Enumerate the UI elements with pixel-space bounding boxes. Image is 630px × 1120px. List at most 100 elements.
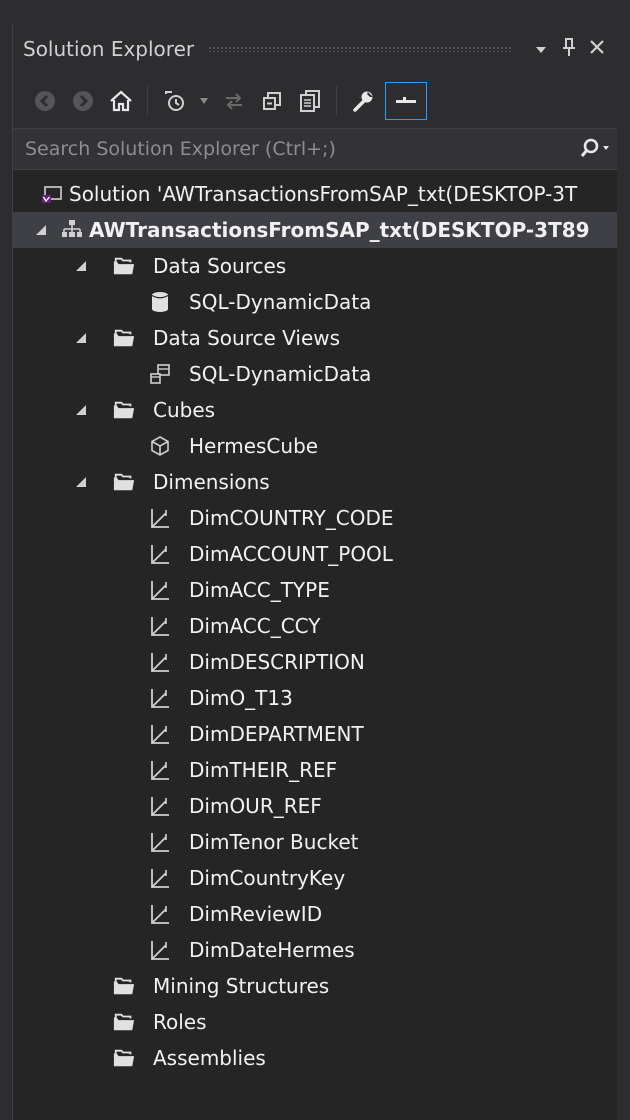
sync-with-active-document-button[interactable] bbox=[218, 85, 250, 117]
tree-item-label: SQL-DynamicData bbox=[189, 290, 372, 314]
folder-icon bbox=[113, 255, 135, 277]
tree-item-cube[interactable]: HermesCube bbox=[13, 428, 617, 464]
tree-folder-data-source-views[interactable]: Data Source Views bbox=[13, 320, 617, 356]
tree-item-label: Solution 'AWTransactionsFromSAP_txt(DESK… bbox=[69, 182, 578, 206]
show-all-files-icon bbox=[300, 90, 320, 112]
folder-icon bbox=[113, 1047, 135, 1069]
properties-button[interactable] bbox=[347, 85, 379, 117]
expanded-arrow-icon[interactable] bbox=[73, 258, 89, 274]
close-button[interactable] bbox=[583, 39, 611, 60]
tree-item-label: DimO_T13 bbox=[189, 686, 293, 710]
solution-icon bbox=[41, 183, 63, 205]
preview-selected-icon bbox=[396, 97, 416, 103]
tree-folder-data-sources[interactable]: Data Sources bbox=[13, 248, 617, 284]
dimension-icon bbox=[149, 651, 171, 673]
tree-item-label: Roles bbox=[153, 1010, 207, 1034]
tree-item-dimension[interactable]: DimTHEIR_REF bbox=[13, 752, 617, 788]
folder-icon bbox=[113, 327, 135, 349]
tree-item-dimension[interactable]: DimDEPARTMENT bbox=[13, 716, 617, 752]
tree-item-dimension[interactable]: DimACC_CCY bbox=[13, 608, 617, 644]
tree-item-label: DimACC_CCY bbox=[189, 614, 321, 638]
tree-folder-dimensions[interactable]: Dimensions bbox=[13, 464, 617, 500]
dimension-icon bbox=[149, 507, 171, 529]
home-icon bbox=[110, 90, 132, 112]
pending-changes-dropdown-button[interactable] bbox=[196, 85, 212, 117]
pin-button[interactable] bbox=[555, 37, 583, 62]
tree-item-dimension[interactable]: DimO_T13 bbox=[13, 680, 617, 716]
expanded-arrow-icon[interactable] bbox=[73, 402, 89, 418]
pending-changes-filter-button[interactable] bbox=[158, 85, 190, 117]
expanded-arrow-icon[interactable] bbox=[73, 330, 89, 346]
solution-explorer-panel: Solution Explorer Search Solution Explor… bbox=[12, 24, 617, 1120]
dimension-icon bbox=[149, 579, 171, 601]
tree-item-dimension[interactable]: DimReviewID bbox=[13, 896, 617, 932]
tree-item-label: Mining Structures bbox=[153, 974, 330, 998]
toolbar-separator bbox=[147, 86, 148, 116]
tree-item-dimension[interactable]: DimDateHermes bbox=[13, 932, 617, 968]
panel-title: Solution Explorer bbox=[23, 37, 195, 61]
chevron-down-icon bbox=[200, 98, 208, 104]
tree-item-dimension[interactable]: DimTenor Bucket bbox=[13, 824, 617, 860]
tree-item-dimension[interactable]: DimDESCRIPTION bbox=[13, 644, 617, 680]
folder-icon bbox=[113, 975, 135, 997]
window-position-dropdown-button[interactable] bbox=[527, 39, 555, 60]
pin-icon bbox=[563, 37, 575, 56]
preview-selected-items-button[interactable] bbox=[385, 82, 427, 120]
folder-icon bbox=[113, 1011, 135, 1033]
tree-item-label: DimACC_TYPE bbox=[189, 578, 330, 602]
tree-folder-cubes[interactable]: Cubes bbox=[13, 392, 617, 428]
sync-icon bbox=[226, 93, 242, 110]
tree-item-label: Dimensions bbox=[153, 470, 270, 494]
tree-item-label: DimReviewID bbox=[189, 902, 323, 926]
solution-tree: Solution 'AWTransactionsFromSAP_txt(DESK… bbox=[13, 170, 617, 1076]
pending-changes-icon bbox=[165, 91, 184, 111]
tree-item-label: DimOUR_REF bbox=[189, 794, 322, 818]
search-options-button[interactable] bbox=[571, 137, 617, 161]
tree-item-data-source[interactable]: SQL-DynamicData bbox=[13, 284, 617, 320]
tree-item-dimension[interactable]: DimOUR_REF bbox=[13, 788, 617, 824]
home-button[interactable] bbox=[105, 85, 137, 117]
tree-item-dimension[interactable]: DimACC_TYPE bbox=[13, 572, 617, 608]
tree-item-project[interactable]: AWTransactionsFromSAP_txt(DESKTOP-3T89 bbox=[13, 212, 617, 248]
dimension-icon bbox=[149, 867, 171, 889]
dimension-icon bbox=[149, 939, 171, 961]
tree-item-label: HermesCube bbox=[189, 434, 319, 458]
tree-folder-roles[interactable]: Roles bbox=[13, 1004, 617, 1040]
dimension-icon bbox=[149, 759, 171, 781]
dimension-list: DimCOUNTRY_CODE DimACCOUNT_POOL DimACC_TYP… bbox=[13, 500, 617, 968]
tree-item-label: Cubes bbox=[153, 398, 216, 422]
tree-folder-assemblies[interactable]: Assemblies bbox=[13, 1040, 617, 1076]
tree-item-label: DimDESCRIPTION bbox=[189, 650, 365, 674]
tree-folder-mining-structures[interactable]: Mining Structures bbox=[13, 968, 617, 1004]
solution-explorer-toolbar bbox=[13, 74, 617, 128]
tree-item-solution[interactable]: Solution 'AWTransactionsFromSAP_txt(DESK… bbox=[13, 176, 617, 212]
data-source-view-icon bbox=[149, 363, 171, 385]
dimension-icon bbox=[149, 615, 171, 637]
expanded-arrow-icon[interactable] bbox=[33, 222, 49, 238]
collapse-all-button[interactable] bbox=[256, 85, 288, 117]
tree-item-dimension[interactable]: DimCOUNTRY_CODE bbox=[13, 500, 617, 536]
collapse-all-icon bbox=[263, 92, 281, 110]
tree-item-data-source-view[interactable]: SQL-DynamicData bbox=[13, 356, 617, 392]
back-icon bbox=[35, 91, 55, 111]
search-input[interactable] bbox=[13, 137, 571, 161]
tree-item-label: DimACCOUNT_POOL bbox=[189, 542, 393, 566]
folder-icon bbox=[113, 471, 135, 493]
tree-item-label: SQL-DynamicData bbox=[189, 362, 372, 386]
show-all-files-button[interactable] bbox=[294, 85, 326, 117]
chevron-down-icon bbox=[536, 46, 546, 53]
tree-item-label: Assemblies bbox=[153, 1046, 266, 1070]
titlebar-grip[interactable] bbox=[208, 46, 513, 52]
dimension-icon bbox=[149, 687, 171, 709]
tree-item-label: Data Source Views bbox=[153, 326, 341, 350]
tree-item-label: DimCOUNTRY_CODE bbox=[189, 506, 394, 530]
tree-item-dimension[interactable]: DimCountryKey bbox=[13, 860, 617, 896]
back-button[interactable] bbox=[29, 85, 61, 117]
database-icon bbox=[149, 291, 171, 313]
tree-item-dimension[interactable]: DimACCOUNT_POOL bbox=[13, 536, 617, 572]
forward-icon bbox=[73, 91, 93, 111]
panel-titlebar[interactable]: Solution Explorer bbox=[13, 24, 617, 74]
expanded-arrow-icon[interactable] bbox=[73, 474, 89, 490]
dimension-icon bbox=[149, 795, 171, 817]
forward-button[interactable] bbox=[67, 85, 99, 117]
